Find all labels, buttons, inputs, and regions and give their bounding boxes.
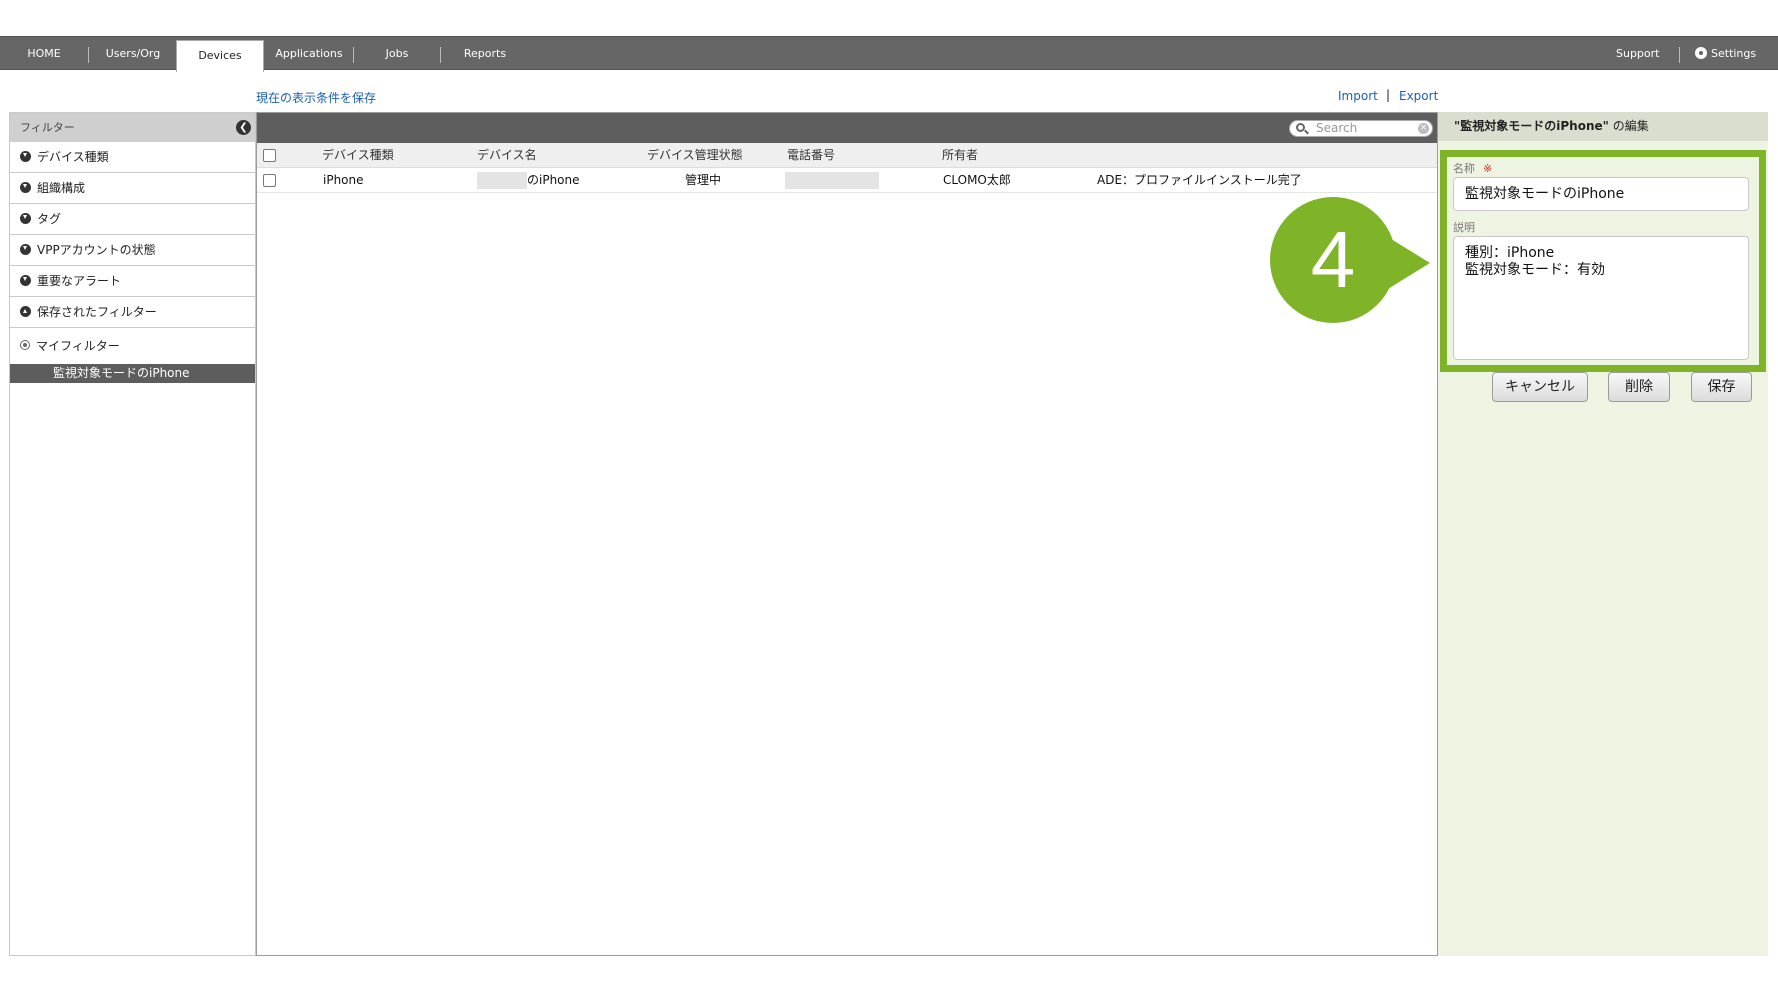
description-label: 説明: [1453, 221, 1475, 234]
filter-panel-header: フィルター ❮: [10, 113, 255, 142]
collapse-left-icon[interactable]: ❮: [236, 120, 251, 135]
export-link[interactable]: Export: [1399, 89, 1438, 103]
cell-note: ADE：プロファイルインストール完了: [1097, 173, 1302, 187]
tab-users-org[interactable]: Users/Org: [89, 37, 177, 70]
column-header-device-type[interactable]: デバイス種類: [322, 143, 394, 168]
top-nav: HOME Users/Org Devices Applications Jobs…: [0, 36, 1778, 72]
my-filter-group[interactable]: マイフィルター: [10, 328, 255, 358]
filter-item-label: VPPアカウントの状態: [37, 243, 156, 257]
link-separator: |: [1386, 88, 1391, 102]
filter-item-important-alert[interactable]: 重要なアラート: [10, 266, 255, 297]
cell-phone: [785, 168, 879, 193]
name-field[interactable]: 監視対象モードのiPhone: [1453, 177, 1749, 211]
chevron-up-icon: [20, 306, 31, 317]
filter-item-label: 保存されたフィルター: [37, 305, 157, 319]
cell-device-type: iPhone: [323, 173, 364, 187]
search-placeholder: Search: [1316, 121, 1358, 135]
edit-panel-title-suffix: の編集: [1612, 119, 1649, 133]
selected-filter-item[interactable]: 監視対象モードのiPhone: [10, 364, 255, 383]
edit-panel-title: "監視対象モードのiPhone" の編集: [1438, 112, 1768, 141]
column-header-phone[interactable]: 電話番号: [787, 143, 835, 168]
tab-reports[interactable]: Reports: [441, 37, 529, 70]
save-conditions-link[interactable]: 現在の表示条件を保存: [256, 89, 376, 106]
cell-device-name: のiPhone: [477, 168, 580, 193]
column-header-owner[interactable]: 所有者: [942, 143, 978, 168]
required-mark: ※: [1483, 162, 1493, 175]
device-table-panel: Search × デバイス種類 デバイス名 デバイス管理状態 電話番号 所有者 …: [256, 112, 1438, 956]
chevron-down-icon: [20, 275, 31, 286]
chevron-down-icon: [20, 244, 31, 255]
filter-item-organization[interactable]: 組織構成: [10, 173, 255, 204]
row-checkbox[interactable]: [263, 174, 276, 187]
chevron-down-icon: [20, 213, 31, 224]
description-field[interactable]: 種別：iPhone 監視対象モード：有効: [1453, 236, 1749, 360]
redacted-text: [785, 172, 879, 189]
radio-dot-icon: [20, 340, 30, 350]
filter-item-label: 組織構成: [37, 181, 86, 195]
column-header-device-name[interactable]: デバイス名: [477, 143, 537, 168]
filter-item-tag[interactable]: タグ: [10, 204, 255, 235]
chevron-down-icon: [20, 182, 31, 193]
filter-item-label: 重要なアラート: [37, 274, 122, 288]
table-header: デバイス種類 デバイス名 デバイス管理状態 電話番号 所有者: [257, 143, 1437, 168]
redacted-text: [477, 172, 527, 189]
filter-panel-title: フィルター: [20, 121, 75, 134]
device-name-suffix: のiPhone: [527, 173, 580, 187]
cell-management-status: 管理中: [685, 173, 722, 187]
search-icon: [1296, 123, 1305, 132]
filter-panel: フィルター ❮ デバイス種類 組織構成 タグ VPPアカウントの状態 重要なアラ…: [9, 112, 256, 956]
column-header-management-status[interactable]: デバイス管理状態: [647, 143, 743, 168]
edit-panel-filter-name: "監視対象モードのiPhone": [1454, 119, 1609, 133]
tab-separator: [1679, 47, 1680, 63]
settings-label: Settings: [1711, 47, 1757, 60]
table-row[interactable]: iPhone のiPhone 管理中 CLOMO太郎 ADE：プロファイルインス…: [257, 168, 1437, 193]
import-link[interactable]: Import: [1338, 89, 1378, 103]
cell-owner: CLOMO太郎: [943, 173, 1011, 187]
filter-item-label: タグ: [37, 212, 62, 226]
support-link[interactable]: Support: [1616, 37, 1659, 70]
tab-jobs[interactable]: Jobs: [354, 37, 440, 70]
gear-icon: [1695, 47, 1707, 59]
chevron-down-icon: [20, 151, 31, 162]
search-input[interactable]: Search ×: [1289, 120, 1433, 137]
my-filter-label: マイフィルター: [36, 339, 120, 353]
table-toolbar: Search ×: [257, 113, 1437, 143]
tab-devices[interactable]: Devices: [176, 40, 264, 72]
cancel-button[interactable]: キャンセル: [1492, 372, 1588, 402]
filter-item-label: デバイス種類: [37, 150, 109, 164]
clear-search-icon[interactable]: ×: [1418, 123, 1429, 134]
delete-button[interactable]: 削除: [1608, 372, 1670, 402]
filter-item-vpp-account[interactable]: VPPアカウントの状態: [10, 235, 255, 266]
filter-item-device-type[interactable]: デバイス種類: [10, 142, 255, 173]
settings-link[interactable]: Settings: [1695, 37, 1756, 70]
tab-home[interactable]: HOME: [0, 37, 88, 70]
filter-item-saved-filters[interactable]: 保存されたフィルター: [10, 297, 255, 328]
save-button[interactable]: 保存: [1691, 372, 1752, 402]
select-all-checkbox[interactable]: [263, 149, 276, 162]
step-badge: 4: [1270, 197, 1396, 323]
tab-applications[interactable]: Applications: [265, 37, 353, 70]
name-label: 名称 ※: [1453, 162, 1493, 175]
